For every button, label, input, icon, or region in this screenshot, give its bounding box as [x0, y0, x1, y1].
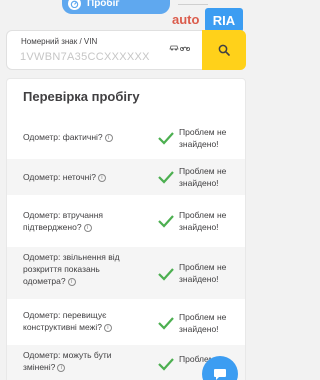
vin-search-box: Номерний знак / VIN	[6, 30, 246, 70]
mileage-check-card: Перевірка пробігу Одометр: фактичні? i Пр…	[6, 78, 246, 380]
check-icon	[158, 268, 174, 281]
info-icon[interactable]: i	[57, 363, 66, 372]
search-button[interactable]	[202, 30, 246, 70]
top-bar: Пробіг auto RIA	[0, 0, 250, 32]
check-question: Одометр: перевищує конструктивні межі? i	[23, 309, 141, 333]
logo-auto-text: auto	[172, 12, 200, 27]
info-icon[interactable]: i	[67, 277, 76, 286]
check-result: Проблем не знайдено!	[179, 166, 227, 188]
check-result: Проблем не знайдено!	[179, 210, 227, 232]
check-icon	[158, 132, 174, 145]
check-question: Одометр: фактичні? i	[23, 131, 141, 143]
info-icon[interactable]: i	[104, 133, 113, 142]
vin-input[interactable]	[20, 49, 160, 65]
check-question: Одометр: звільнення від розкриття показа…	[23, 252, 120, 286]
card-title: Перевірка пробігу	[23, 89, 140, 104]
check-row: Одометр: звільнення від розкриття показа…	[7, 247, 245, 299]
check-icon	[158, 215, 174, 228]
check-row: Одометр: втручання підтверджено? i Пробле…	[7, 201, 245, 241]
check-icon	[158, 171, 174, 184]
vehicle-type-icons	[169, 44, 190, 51]
check-row: Одометр: перевищує конструктивні межі? i …	[7, 303, 245, 343]
divider	[178, 4, 208, 5]
check-result: Проблем не знайдено!	[179, 262, 227, 284]
check-question: Одометр: неточні? i	[23, 171, 141, 183]
check-row: Одометр: фактичні? i Проблем не знайдено!	[7, 121, 245, 155]
search-icon	[218, 44, 230, 56]
check-result: Проблем не знайдено!	[179, 127, 227, 149]
check-row: Одометр: неточні? i Проблем не знайдено!	[7, 159, 245, 195]
check-question: Одометр: можуть бути змінені? i	[23, 350, 112, 372]
chat-icon	[214, 369, 226, 380]
motorcycle-icon	[180, 46, 190, 51]
tab-mileage[interactable]: Пробіг	[62, 0, 170, 14]
info-icon[interactable]: i	[97, 173, 106, 182]
info-icon[interactable]: i	[103, 323, 112, 332]
info-icon[interactable]: i	[83, 223, 92, 232]
vin-field-label: Номерний знак / VIN	[21, 37, 98, 46]
car-icon	[169, 45, 179, 51]
tab-label: Пробіг	[87, 0, 120, 9]
logo-ria-text: RIA	[205, 8, 243, 32]
check-question: Одометр: втручання підтверджено? i	[23, 210, 103, 232]
check-result: Проблем не знайдено!	[179, 312, 227, 334]
odometer-icon	[68, 0, 81, 10]
check-icon	[158, 358, 174, 371]
check-icon	[158, 317, 174, 330]
